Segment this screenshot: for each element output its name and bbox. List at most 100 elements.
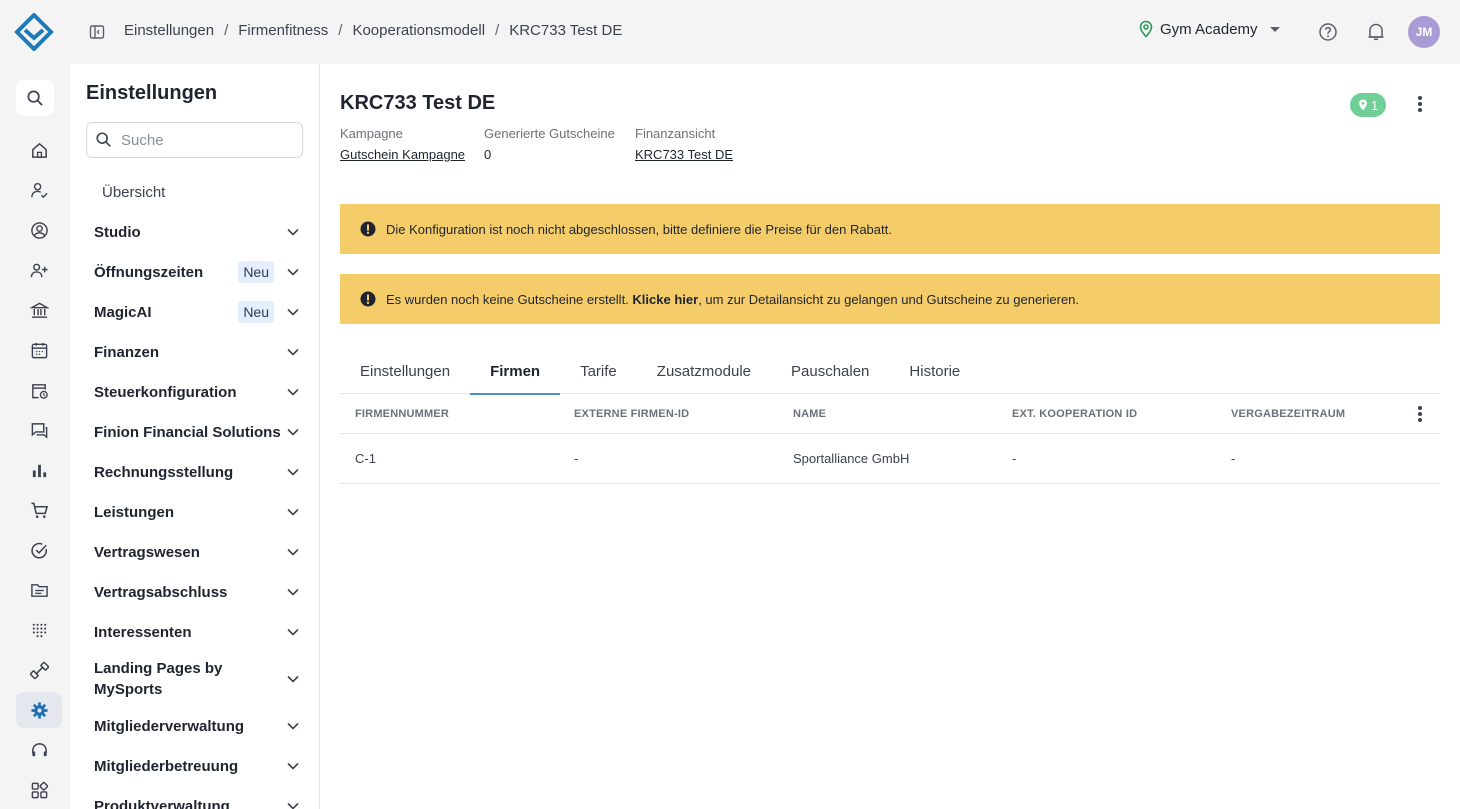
table-cell: C-1 <box>355 451 376 466</box>
rail-documents[interactable] <box>16 572 62 608</box>
breadcrumb-item[interactable]: Kooperationsmodell <box>352 22 485 39</box>
tab-history[interactable]: Historie <box>889 348 980 394</box>
finance-link[interactable]: KRC733 Test DE <box>635 147 733 162</box>
headset-icon <box>31 742 47 756</box>
app-logo-icon[interactable] <box>14 13 54 51</box>
settings-item-leads[interactable]: Interessenten <box>70 612 319 652</box>
settings-item-contracts[interactable]: Vertragswesen <box>70 532 319 572</box>
settings-item-studio[interactable]: Studio <box>70 212 319 252</box>
settings-search-input[interactable] <box>121 131 291 149</box>
rail-checkin[interactable] <box>16 172 62 208</box>
meta-label: Kampagne <box>340 126 403 141</box>
settings-item-finion[interactable]: Finion Financial Solutions <box>70 412 319 452</box>
table-more-menu-icon[interactable] <box>1410 404 1430 424</box>
alert-link[interactable]: Klicke hier <box>632 292 698 307</box>
breadcrumb-current: KRC733 Test DE <box>509 22 623 39</box>
settings-sidebar: Einstellungen Übersicht Studio Öffnungsz… <box>70 64 320 809</box>
tab-companies[interactable]: Firmen <box>470 348 561 395</box>
page-more-menu-icon[interactable] <box>1410 94 1430 114</box>
settings-item-contract-closing[interactable]: Vertragsabschluss <box>70 572 319 612</box>
top-bar: Einstellungen / Firmenfitness / Kooperat… <box>0 0 1460 64</box>
campaign-link[interactable]: Gutschein Kampagne <box>340 147 465 162</box>
tab-tariffs[interactable]: Tarife <box>560 348 637 394</box>
user-avatar[interactable]: JM <box>1408 16 1440 48</box>
settings-item-label: Finanzen <box>94 343 160 361</box>
column-header[interactable]: Ext. Kooperation ID <box>997 408 1216 420</box>
settings-item-label: Steuerkonfiguration <box>94 383 237 401</box>
rail-apps[interactable] <box>16 772 62 808</box>
tab-flat-rates[interactable]: Pauschalen <box>771 348 889 394</box>
help-icon[interactable] <box>1318 22 1338 42</box>
chevron-down-icon <box>287 628 299 636</box>
settings-item-finances[interactable]: Finanzen <box>70 332 319 372</box>
settings-item-magicai[interactable]: MagicAI Neu <box>70 292 319 332</box>
settings-search[interactable] <box>86 122 303 158</box>
chevron-down-icon <box>287 675 299 683</box>
settings-item-label: Mitgliederbetreuung <box>94 757 239 775</box>
studio-select[interactable]: Gym Academy <box>1138 20 1286 38</box>
exclamation-circle-icon <box>360 291 376 307</box>
dots-grid-icon <box>32 623 46 637</box>
user-check-icon <box>30 182 48 198</box>
rail-home[interactable] <box>16 132 62 168</box>
bar-chart-icon <box>32 464 46 477</box>
settings-item-services[interactable]: Leistungen <box>70 492 319 532</box>
column-header[interactable]: Firmennummer <box>340 408 559 420</box>
rail-tasks[interactable] <box>16 532 62 568</box>
rail-analytics[interactable] <box>16 452 62 488</box>
settings-item-label: Rechnungsstellung <box>94 463 234 481</box>
settings-overview-link[interactable]: Übersicht <box>102 184 165 201</box>
settings-item-label: Produktverwaltung <box>94 797 230 809</box>
tab-addons[interactable]: Zusatzmodule <box>637 348 771 394</box>
folder-icon <box>30 583 48 597</box>
rail-finance[interactable] <box>16 292 62 328</box>
vouchers-warning-alert: Es wurden noch keine Gutscheine erstellt… <box>340 274 1440 324</box>
table-row[interactable]: C-1 - Sportalliance GmbH - - <box>340 434 1440 484</box>
settings-item-label: Interessenten <box>94 623 192 641</box>
rail-schedule[interactable] <box>16 372 62 408</box>
rail-training[interactable] <box>16 652 62 688</box>
sidebar-collapse-icon[interactable] <box>88 23 106 41</box>
studio-name: Gym Academy <box>1160 20 1258 38</box>
rail-integrations[interactable] <box>16 612 62 648</box>
rail-calendar[interactable] <box>16 332 62 368</box>
settings-item-landing-pages[interactable]: Landing Pages by MySports <box>70 652 319 706</box>
chevron-down-icon <box>287 722 299 730</box>
breadcrumb-item[interactable]: Firmenfitness <box>238 22 328 39</box>
chevron-down-icon <box>287 508 299 516</box>
rail-members[interactable] <box>16 212 62 248</box>
rail-leads[interactable] <box>16 252 62 288</box>
column-header[interactable]: Vergabezeitraum <box>1216 408 1396 420</box>
settings-item-member-care[interactable]: Mitgliederbetreuung <box>70 746 319 786</box>
settings-item-member-management[interactable]: Mitgliederverwaltung <box>70 706 319 746</box>
config-warning-alert: Die Konfiguration ist noch nicht abgesch… <box>340 204 1440 254</box>
main-content: KRC733 Test DE 1 Kampagne Gutschein Kamp… <box>320 64 1460 809</box>
gear-icon <box>30 701 48 719</box>
settings-item-opening-hours[interactable]: Öffnungszeiten Neu <box>70 252 319 292</box>
chevron-down-icon <box>287 588 299 596</box>
rail-support[interactable] <box>16 732 62 768</box>
settings-item-products[interactable]: Produktverwaltung <box>70 786 319 809</box>
rail-settings[interactable] <box>16 692 62 728</box>
home-icon <box>31 142 47 158</box>
breadcrumb-separator: / <box>224 22 229 39</box>
column-header[interactable]: Name <box>778 408 997 420</box>
chat-icon <box>31 422 47 439</box>
notification-bell-icon[interactable] <box>1367 22 1385 42</box>
settings-item-tax[interactable]: Steuerkonfiguration <box>70 372 319 412</box>
breadcrumb: Einstellungen / Firmenfitness / Kooperat… <box>124 22 622 39</box>
rail-shop[interactable] <box>16 492 62 528</box>
location-count-badge[interactable]: 1 <box>1350 93 1387 117</box>
tab-settings[interactable]: Einstellungen <box>340 348 470 394</box>
user-circle-icon <box>30 221 48 239</box>
rail-search[interactable] <box>16 80 54 116</box>
column-header[interactable]: Externe Firmen-ID <box>559 408 778 420</box>
rail-messages[interactable] <box>16 412 62 448</box>
chevron-down-icon <box>287 468 299 476</box>
settings-item-label: Leistungen <box>94 503 175 521</box>
settings-item-invoicing[interactable]: Rechnungsstellung <box>70 452 319 492</box>
breadcrumb-separator: / <box>495 22 500 39</box>
settings-item-label: Vertragsabschluss <box>94 583 228 601</box>
breadcrumb-item[interactable]: Einstellungen <box>124 22 214 39</box>
meta-label: Generierte Gutscheine <box>484 126 615 141</box>
